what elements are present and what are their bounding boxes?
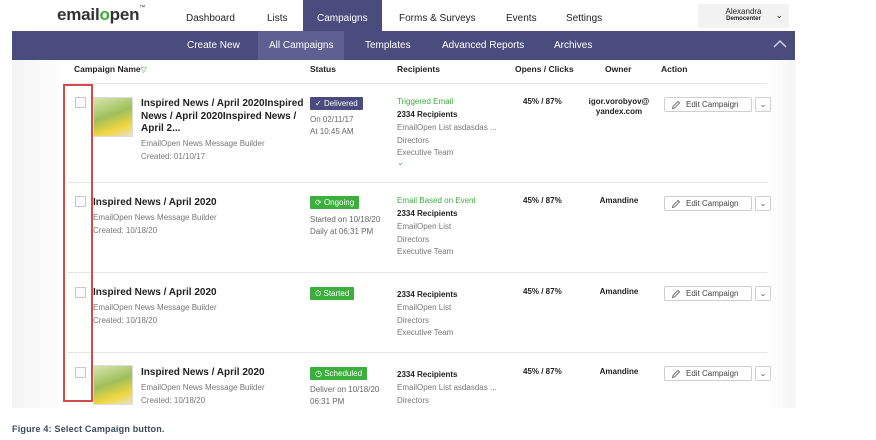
col-action[interactable]: Action [661, 64, 687, 74]
table-row: Inspired News / April 2020 EmailOpen New… [67, 352, 771, 408]
opens-clicks: 45% / 87% [523, 287, 562, 296]
owner: Amandine [599, 196, 639, 205]
campaign-title[interactable]: Inspired News / April 2020 [93, 287, 217, 300]
col-owner[interactable]: Owner [605, 64, 631, 74]
refresh-icon: ⟳ [315, 198, 322, 207]
table-row: Inspired News / April 2020Inspired News … [67, 83, 771, 182]
check-icon: ✓ [315, 99, 322, 108]
campaign-options-dropdown[interactable]: ⌄ [755, 97, 771, 112]
owner: Amandine [599, 287, 639, 296]
subnav-advanced-reports[interactable]: Advanced Reports [442, 31, 524, 60]
edit-campaign-button[interactable]: Edit Campaign [664, 286, 752, 301]
recipient-lists: EmailOpen List Directors Executive Team [397, 222, 454, 256]
opens-clicks: 45% / 87% [523, 367, 562, 376]
recipient-count: 2334 Recipients [397, 110, 458, 119]
nav-settings[interactable]: Settings [566, 0, 602, 31]
campaign-thumbnail [93, 97, 133, 137]
campaign-table: Campaign Name▽ Status Recipients Opens /… [12, 60, 795, 408]
campaign-title[interactable]: Inspired News / April 2020 [141, 367, 265, 380]
col-status[interactable]: Status [310, 64, 336, 74]
opens-clicks: 45% / 87% [523, 196, 562, 205]
status-badge: ⏱ Started [310, 287, 355, 300]
col-opens-clicks[interactable]: Opens / Clicks [515, 64, 574, 74]
recipient-count: 2334 Recipients [397, 209, 458, 218]
nav-lists[interactable]: Lists [267, 0, 288, 31]
campaign-options-dropdown[interactable]: ⌄ [755, 286, 771, 301]
nav-forms-surveys[interactable]: Forms & Surveys [399, 0, 476, 31]
subnav-templates[interactable]: Templates [365, 31, 411, 60]
status-badge: ◷ Scheduled [310, 367, 368, 380]
recipient-count: 2334 Recipients [397, 370, 458, 379]
campaign-options-dropdown[interactable]: ⌄ [755, 196, 771, 211]
edit-campaign-button[interactable]: Edit Campaign [664, 196, 752, 211]
top-navigation: emailopen™ Dashboard Lists Campaigns For… [12, 0, 795, 31]
status-meta: Deliver on 10/18/20 06:31 PM [310, 385, 380, 406]
filter-icon[interactable]: ▽ [141, 65, 147, 74]
nav-campaigns[interactable]: Campaigns [303, 0, 382, 31]
pencil-icon [671, 369, 681, 379]
recipient-type: Email Based on Event [397, 196, 476, 205]
recipient-lists: EmailOpen List Directors Executive Team [397, 303, 454, 337]
pencil-icon [671, 289, 681, 299]
col-campaign-name[interactable]: Campaign Name▽ [74, 64, 147, 74]
user-menu[interactable]: Alexandra Democenter ⌄ [698, 4, 789, 28]
status-badge: ✓ Delivered [310, 97, 363, 110]
pencil-icon [671, 100, 681, 110]
table-row: Inspired News / April 2020 EmailOpen New… [67, 272, 771, 352]
recipient-type: Triggered Email [397, 97, 454, 106]
clock-icon: ◷ [315, 369, 322, 378]
campaign-options-dropdown[interactable]: ⌄ [755, 366, 771, 381]
status-meta: Started on 10/18/20 Daily at 06:31 PM [310, 215, 381, 236]
nav-dashboard[interactable]: Dashboard [186, 0, 235, 31]
subnav-archives[interactable]: Archives [554, 31, 592, 60]
nav-events[interactable]: Events [506, 0, 537, 31]
recipient-lists: EmailOpen List asdasdas ... Directors Ex… [397, 123, 497, 157]
campaign-meta: EmailOpen News Message Builder Created: … [93, 303, 217, 325]
chevron-up-icon[interactable] [773, 39, 787, 49]
opens-clicks: 45% / 87% [523, 97, 562, 106]
checkbox-highlight-box [63, 84, 93, 402]
status-meta: On 02/11/17 At 10:45 AM [310, 115, 354, 136]
figure-caption: Figure 4: Select Campaign button. [12, 424, 165, 434]
subnav-all-campaigns[interactable]: All Campaigns [258, 31, 345, 60]
recipient-lists: EmailOpen List asdasdas ... Directors [397, 383, 497, 405]
campaign-title[interactable]: Inspired News / April 2020Inspired News … [141, 98, 303, 136]
col-recipients[interactable]: Recipients [397, 64, 440, 74]
status-badge: ⟳ Ongoing [310, 196, 360, 209]
edit-campaign-button[interactable]: Edit Campaign [664, 366, 752, 381]
campaign-meta: EmailOpen News Message Builder Created: … [141, 383, 265, 405]
campaign-meta: EmailOpen News Message Builder Created: … [141, 139, 265, 161]
owner: Amandine [599, 367, 639, 376]
chevron-down-icon: ⌄ [775, 10, 783, 20]
owner: igor.vorobyov@yandex.com [588, 97, 650, 116]
campaign-title[interactable]: Inspired News / April 2020 [93, 197, 217, 210]
subnav-create-new[interactable]: Create New [187, 31, 240, 60]
campaign-meta: EmailOpen News Message Builder Created: … [93, 213, 217, 235]
table-row: Inspired News / April 2020 EmailOpen New… [67, 182, 771, 272]
emailopen-logo[interactable]: emailopen™ [57, 5, 145, 25]
sub-navigation: Create New All Campaigns Templates Advan… [12, 31, 795, 60]
pencil-icon [671, 199, 681, 209]
recipient-count: 2334 Recipients [397, 290, 458, 299]
campaign-thumbnail [93, 365, 133, 405]
expand-recipients-icon[interactable]: ⌄ [397, 158, 404, 167]
timer-icon: ⏱ [315, 289, 322, 298]
edit-campaign-button[interactable]: Edit Campaign [664, 97, 752, 112]
